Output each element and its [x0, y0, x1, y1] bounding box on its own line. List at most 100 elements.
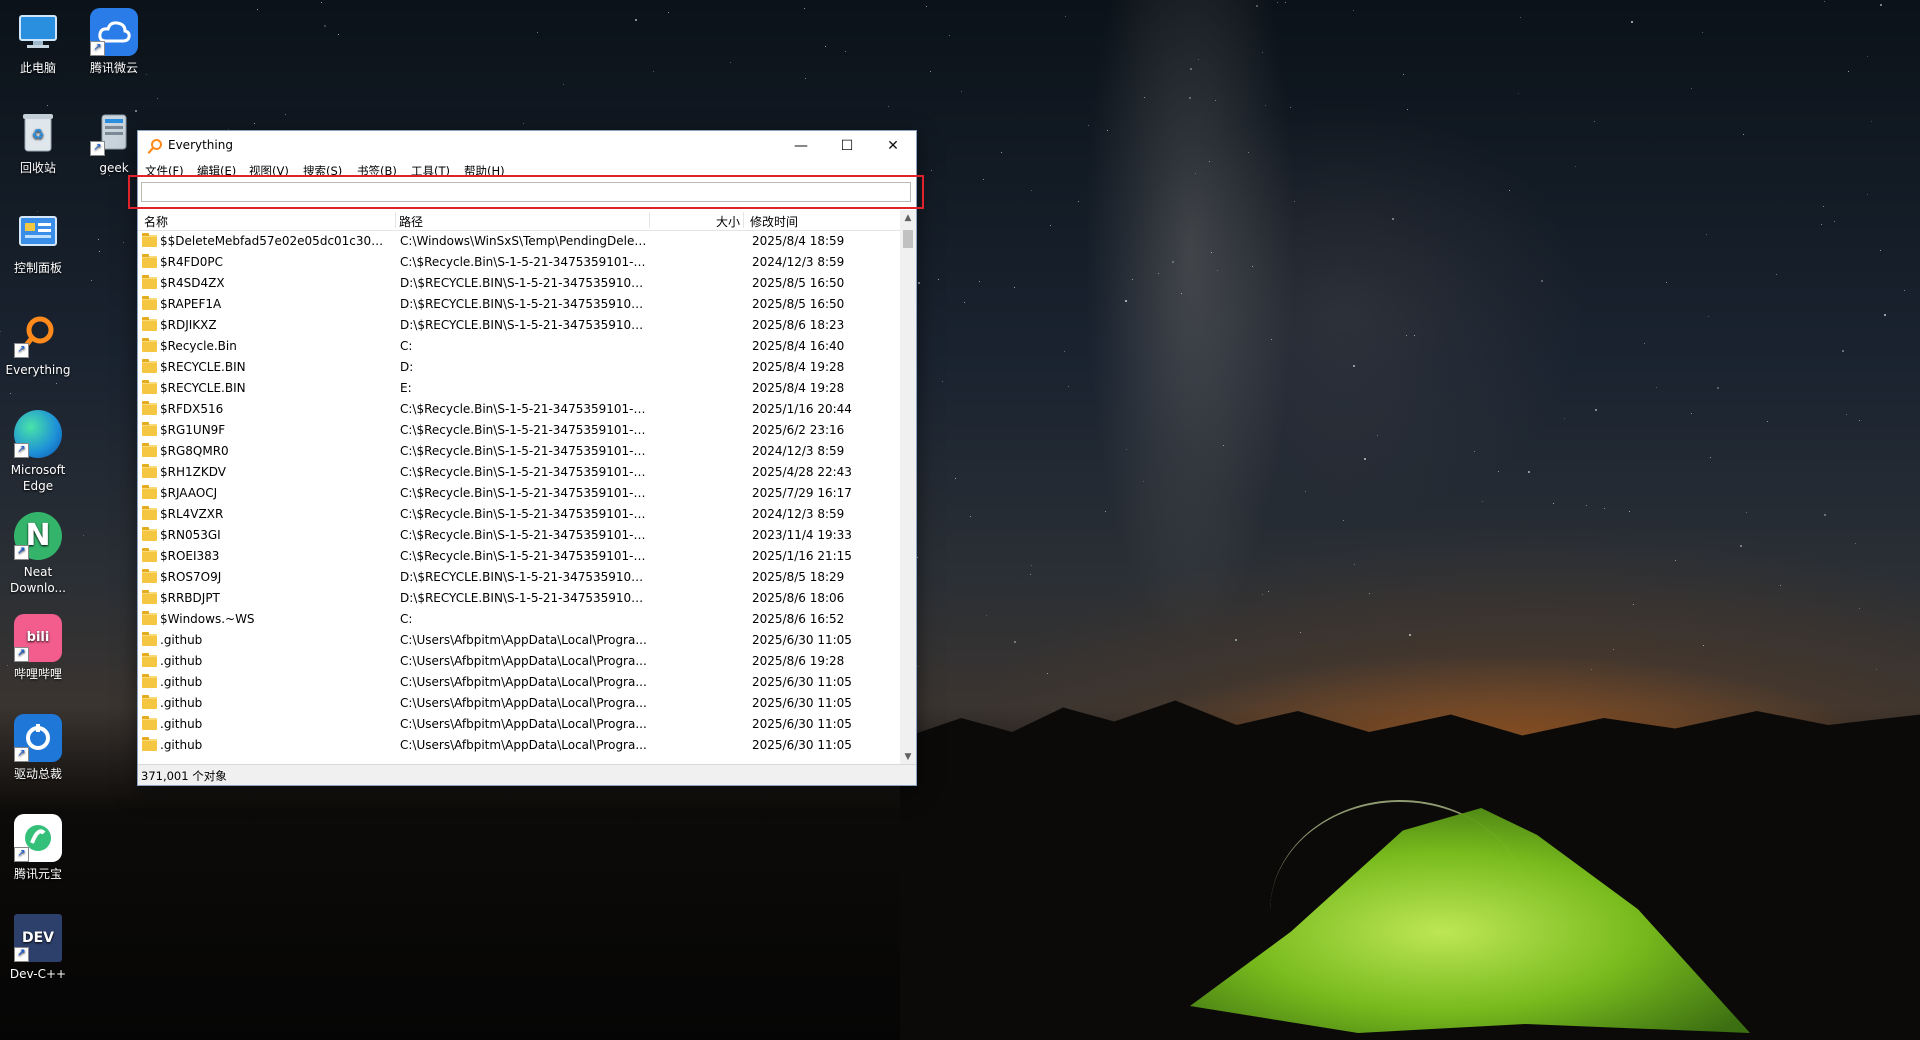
column-size[interactable]: 大小	[716, 213, 740, 230]
row-path: C:\$Recycle.Bin\S-1-5-21-3475359101-10..…	[400, 486, 648, 500]
desktop-icon-devcpp[interactable]: DEV ↗ Dev-C++	[0, 906, 76, 982]
desktop-icon-control-panel[interactable]: 控制面板	[0, 200, 76, 276]
table-row[interactable]: $RECYCLE.BIN E: 2025/8/4 19:28	[138, 378, 900, 399]
table-row[interactable]: .github C:\Users\Afbpitm\AppData\Local\Pr…	[138, 651, 900, 672]
maximize-button[interactable]: ☐	[824, 131, 870, 161]
star	[1528, 470, 1531, 473]
desktop-icon-everything[interactable]: ↗ Everything	[0, 302, 76, 378]
desktop-icon-label: Neat Downlo...	[10, 565, 66, 595]
row-path: C:\$Recycle.Bin\S-1-5-21-3475359101-10..…	[400, 255, 648, 269]
column-modified[interactable]: 修改时间	[750, 213, 798, 230]
table-row[interactable]: $RN053GI C:\$Recycle.Bin\S-1-5-21-3475359…	[138, 525, 900, 546]
star	[917, 281, 920, 284]
row-modified: 2025/6/30 11:05	[752, 717, 852, 731]
column-divider[interactable]	[743, 212, 744, 228]
table-row[interactable]: $ROS7O9J D:\$RECYCLE.BIN\S-1-5-21-3475359…	[138, 567, 900, 588]
close-button[interactable]: ✕	[870, 131, 916, 161]
desktop-icon-yuanbao[interactable]: ↗ 腾讯元宝	[0, 806, 76, 882]
neat-download-icon: N ↗	[14, 512, 62, 560]
desktop-icon-weiyun[interactable]: ↗ 腾讯微云	[76, 0, 152, 76]
row-modified: 2025/8/4 19:28	[752, 360, 845, 374]
desktop-icon-bilibili[interactable]: bili ↗ 哔哩哔哩	[0, 606, 76, 682]
star	[536, 31, 538, 33]
desktop-icon-label: 此电脑	[19, 61, 56, 75]
table-row[interactable]: $ROEI383 C:\$Recycle.Bin\S-1-5-21-3475359…	[138, 546, 900, 567]
folder-icon	[142, 443, 157, 457]
star	[1474, 451, 1476, 453]
scroll-thumb[interactable]	[903, 230, 913, 248]
table-row[interactable]: $RECYCLE.BIN D: 2025/8/4 19:28	[138, 357, 900, 378]
star	[338, 34, 340, 36]
scroll-down-icon[interactable]: ▼	[900, 749, 916, 765]
table-row[interactable]: $RAPEF1A D:\$RECYCLE.BIN\S-1-5-21-3475359…	[138, 294, 900, 315]
desktop-icon-driver[interactable]: ↗ 驱动总裁	[0, 706, 76, 782]
vertical-scrollbar[interactable]: ▲ ▼	[900, 210, 916, 765]
row-modified: 2025/8/6 19:28	[752, 654, 845, 668]
column-divider[interactable]	[649, 212, 650, 228]
column-divider[interactable]	[395, 212, 396, 228]
desktop-icon-edge[interactable]: ↗ Microsoft Edge	[0, 402, 76, 494]
column-header: 名称 路径 大小 修改时间	[138, 210, 900, 231]
column-name[interactable]: 名称	[144, 213, 168, 230]
file-list: $$DeleteMebfad57e02e05dc01c30000... C:\Wi…	[138, 231, 900, 765]
folder-icon	[142, 422, 157, 436]
table-row[interactable]: $RG1UN9F C:\$Recycle.Bin\S-1-5-21-3475359…	[138, 420, 900, 441]
table-row[interactable]: .github C:\Users\Afbpitm\AppData\Local\Pr…	[138, 630, 900, 651]
row-path: C:\$Recycle.Bin\S-1-5-21-3475359101-10..…	[400, 465, 648, 479]
table-row[interactable]: $RL4VZXR C:\$Recycle.Bin\S-1-5-21-3475359…	[138, 504, 900, 525]
star	[1675, 559, 1677, 561]
star	[1628, 510, 1630, 512]
star	[123, 241, 125, 243]
folder-icon	[142, 737, 157, 751]
table-row[interactable]: $$DeleteMebfad57e02e05dc01c30000... C:\Wi…	[138, 231, 900, 252]
table-row[interactable]: $Windows.~WS C: 2025/8/6 16:52	[138, 609, 900, 630]
star	[1854, 543, 1856, 545]
star	[729, 61, 731, 63]
star	[562, 84, 564, 86]
table-row[interactable]: $RJAAOCJ C:\$Recycle.Bin\S-1-5-21-3475359…	[138, 483, 900, 504]
table-row[interactable]: $RRBDJPT D:\$RECYCLE.BIN\S-1-5-21-3475359…	[138, 588, 900, 609]
star	[1189, 96, 1192, 99]
star	[1691, 413, 1693, 415]
star	[1031, 564, 1033, 566]
table-row[interactable]: $RDJIKXZ D:\$RECYCLE.BIN\S-1-5-21-3475359…	[138, 315, 900, 336]
star	[668, 12, 670, 14]
star	[1574, 165, 1576, 167]
table-row[interactable]: $RFDX516 C:\$Recycle.Bin\S-1-5-21-3475359…	[138, 399, 900, 420]
star	[1406, 334, 1408, 336]
search-input[interactable]	[141, 182, 911, 202]
table-row[interactable]: .github C:\Users\Afbpitm\AppData\Local\Pr…	[138, 735, 900, 756]
row-path: D:\$RECYCLE.BIN\S-1-5-21-3475359101-...	[400, 570, 648, 584]
shortcut-arrow-icon: ↗	[14, 545, 29, 560]
column-path[interactable]: 路径	[399, 213, 423, 230]
star	[1820, 224, 1822, 226]
star	[1264, 104, 1266, 106]
table-row[interactable]: $RG8QMR0 C:\$Recycle.Bin\S-1-5-21-3475359…	[138, 441, 900, 462]
table-row[interactable]: $R4FD0PC C:\$Recycle.Bin\S-1-5-21-3475359…	[138, 252, 900, 273]
table-row[interactable]: .github C:\Users\Afbpitm\AppData\Local\Pr…	[138, 672, 900, 693]
desktop-icon-recycle-bin[interactable]: ♻ 回收站	[0, 100, 76, 176]
table-row[interactable]: .github C:\Users\Afbpitm\AppData\Local\Pr…	[138, 693, 900, 714]
minimize-button[interactable]: —	[778, 131, 824, 161]
row-name: $R4FD0PC	[160, 255, 223, 269]
desktop-icon-this-pc[interactable]: 此电脑	[0, 0, 76, 76]
scroll-up-icon[interactable]: ▲	[900, 210, 916, 226]
row-name: .github	[160, 738, 203, 752]
title-bar[interactable]: Everything — ☐ ✕	[138, 131, 916, 161]
folder-icon	[142, 359, 157, 373]
row-modified: 2025/8/5 16:50	[752, 297, 845, 311]
star	[1708, 316, 1710, 318]
table-row[interactable]: .github C:\Users\Afbpitm\AppData\Local\Pr…	[138, 714, 900, 735]
star	[964, 301, 966, 303]
table-row[interactable]: $R4SD4ZX D:\$RECYCLE.BIN\S-1-5-21-3475359…	[138, 273, 900, 294]
star	[1517, 92, 1519, 94]
everything-window: Everything — ☐ ✕ 文件(F) 编辑(E) 视图(V) 搜索(S)…	[128, 131, 924, 785]
star	[1847, 71, 1849, 73]
star	[1553, 502, 1555, 504]
star	[1050, 224, 1052, 226]
table-row[interactable]: $Recycle.Bin C: 2025/8/4 16:40	[138, 336, 900, 357]
star	[1833, 220, 1835, 222]
row-path: E:	[400, 381, 412, 395]
desktop-icon-neat-download[interactable]: N ↗ Neat Downlo...	[0, 504, 76, 596]
table-row[interactable]: $RH1ZKDV C:\$Recycle.Bin\S-1-5-21-3475359…	[138, 462, 900, 483]
